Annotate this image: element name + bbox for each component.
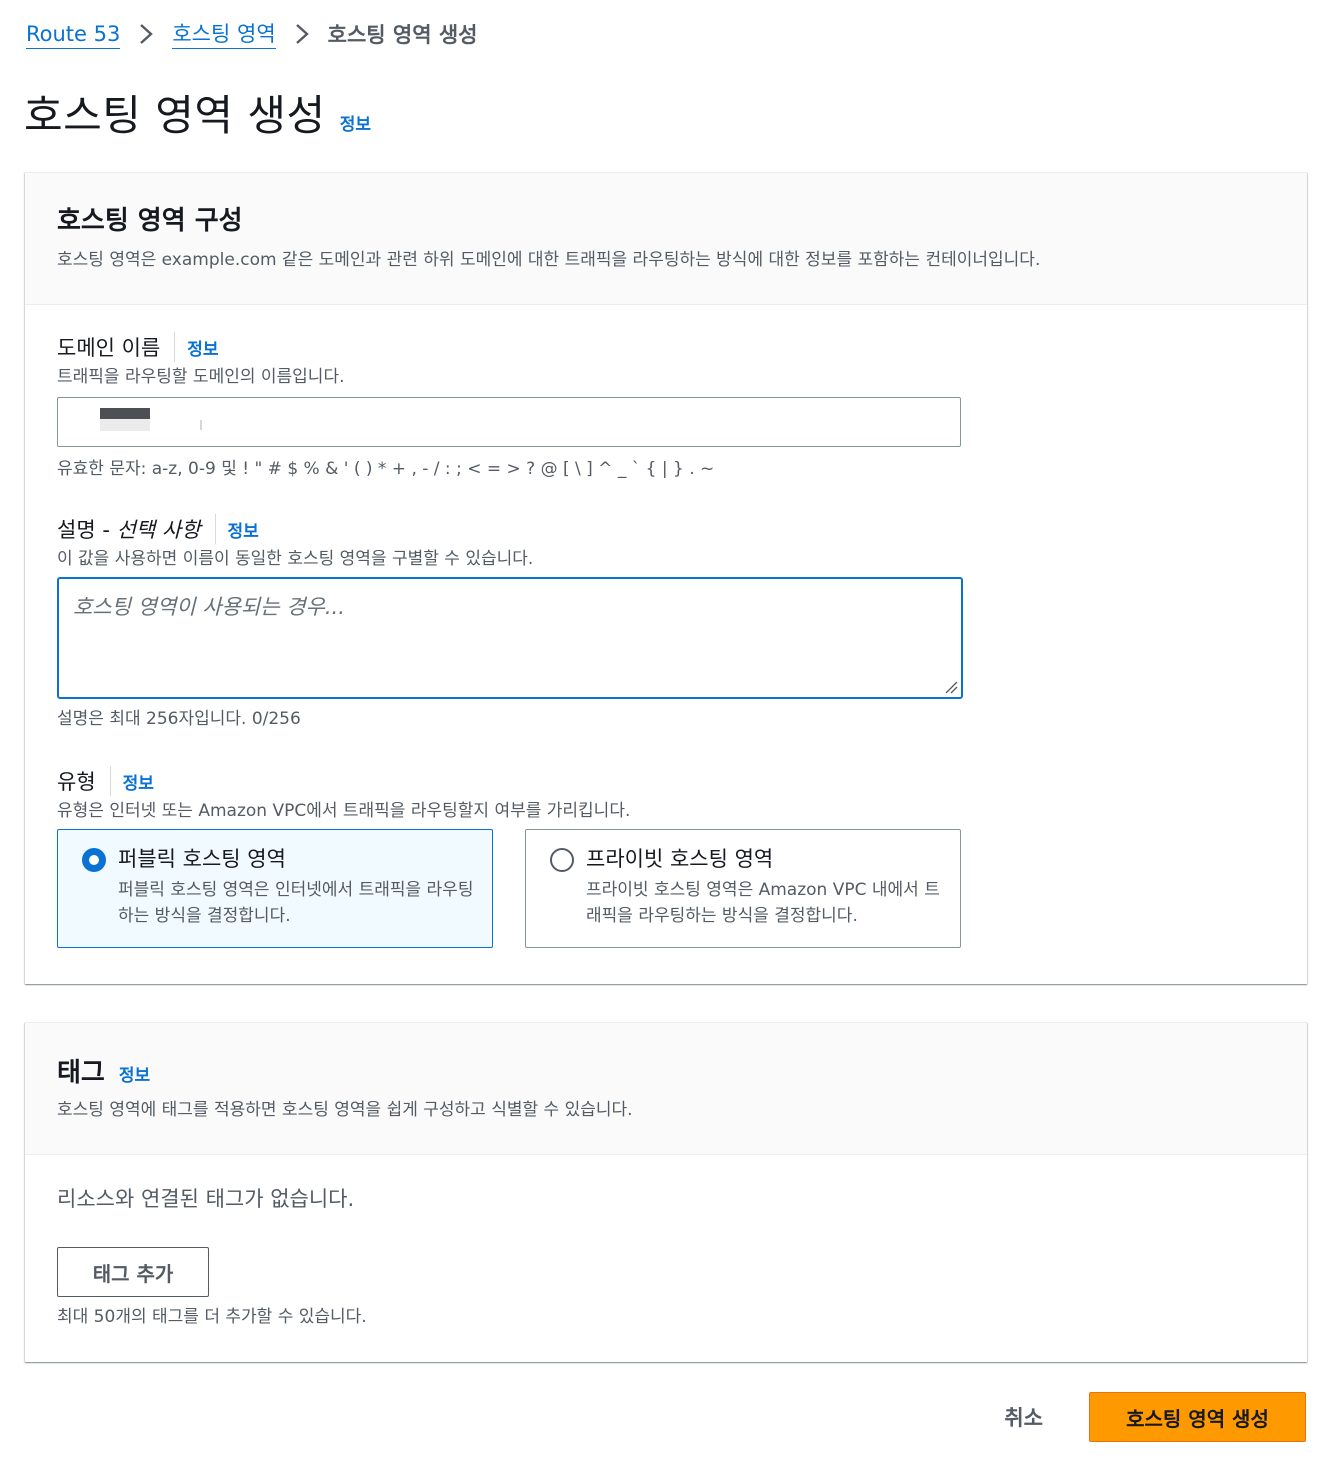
description-constraint: 설명은 최대 256자입니다. 0/256: [57, 709, 301, 729]
config-panel-header: 호스팅 영역 구성 호스팅 영역은 example.com 같은 도메인과 관련…: [25, 173, 1307, 305]
domain-name-constraint: 유효한 문자: a-z, 0-9 및 ! " # $ % & ' ( ) * +…: [57, 459, 715, 479]
tags-panel-description: 호스팅 영역에 태그를 적용하면 호스팅 영역을 쉽게 구성하고 식별할 수 있…: [57, 1100, 633, 1120]
form-actions: 취소 호스팅 영역 생성: [1004, 1392, 1306, 1442]
page-info-link[interactable]: 정보: [340, 110, 371, 135]
config-panel-title: 호스팅 영역 구성: [57, 206, 243, 236]
chevron-right-icon: [120, 23, 172, 45]
domain-name-description: 트래픽을 라우팅할 도메인의 이름입니다.: [57, 367, 345, 387]
breadcrumb: Route 53 호스팅 영역 호스팅 영역 생성: [26, 18, 478, 50]
private-zone-title: 프라이빗 호스팅 영역: [586, 847, 774, 871]
domain-name-info-link[interactable]: 정보: [187, 335, 218, 360]
public-zone-title: 퍼블릭 호스팅 영역: [118, 847, 286, 871]
description-textarea[interactable]: 호스팅 영역이 사용되는 경우...: [57, 577, 963, 699]
domain-name-input[interactable]: [57, 397, 961, 447]
label-divider: [109, 766, 111, 796]
cancel-button[interactable]: 취소: [1004, 1402, 1043, 1432]
tags-limit-hint: 최대 50개의 태그를 더 추가할 수 있습니다.: [57, 1307, 367, 1327]
redacted-value-shadow: [100, 419, 150, 431]
type-field: 유형 정보 유형은 인터넷 또는 Amazon VPC에서 트래픽을 라우팅할지…: [57, 765, 961, 948]
add-tag-button[interactable]: 태그 추가: [57, 1247, 209, 1297]
description-info-link[interactable]: 정보: [228, 517, 259, 542]
domain-name-field: 도메인 이름 정보 트래픽을 라우팅할 도메인의 이름입니다. 유효한 문자: …: [57, 331, 961, 481]
label-divider: [174, 332, 176, 362]
resize-grip-icon[interactable]: [944, 680, 958, 694]
config-panel-description: 호스팅 영역은 example.com 같은 도메인과 관련 하위 도메인에 대…: [57, 250, 1041, 270]
page-title: 호스팅 영역 생성: [24, 91, 326, 140]
breadcrumb-current: 호스팅 영역 생성: [327, 23, 478, 47]
type-tiles: 퍼블릭 호스팅 영역 퍼블릭 호스팅 영역은 인터넷에서 트래픽을 라우팅하는 …: [57, 829, 961, 948]
radio-selected-icon[interactable]: [82, 848, 106, 872]
label-divider: [214, 514, 216, 544]
type-description: 유형은 인터넷 또는 Amazon VPC에서 트래픽을 라우팅할지 여부를 가…: [57, 801, 631, 821]
tags-info-link[interactable]: 정보: [119, 1061, 150, 1086]
radio-unselected-icon[interactable]: [550, 848, 574, 872]
breadcrumb-route53-link[interactable]: Route 53: [26, 20, 121, 49]
redacted-value: [100, 408, 150, 419]
page-header: 호스팅 영역 생성 정보: [24, 82, 371, 142]
description-placeholder: 호스팅 영역이 사용되는 경우...: [73, 595, 345, 619]
description-field: 설명 - 선택 사항 정보 이 값을 사용하면 이름이 동일한 호스팅 영역을 …: [57, 513, 963, 731]
public-zone-description: 퍼블릭 호스팅 영역은 인터넷에서 트래픽을 라우팅하는 방식을 결정합니다.: [118, 880, 474, 926]
type-info-link[interactable]: 정보: [123, 769, 154, 794]
private-zone-tile[interactable]: 프라이빗 호스팅 영역 프라이빗 호스팅 영역은 Amazon VPC 내에서 …: [525, 829, 961, 948]
create-hosted-zone-button[interactable]: 호스팅 영역 생성: [1089, 1392, 1306, 1442]
tags-panel-title: 태그: [57, 1058, 105, 1088]
description-label: 설명 - 선택 사항: [57, 518, 201, 542]
text-cursor: [200, 420, 202, 430]
private-zone-description: 프라이빗 호스팅 영역은 Amazon VPC 내에서 트래픽을 라우팅하는 방…: [586, 880, 940, 926]
tags-panel: 태그 정보 호스팅 영역에 태그를 적용하면 호스팅 영역을 쉽게 구성하고 식…: [25, 1022, 1307, 1362]
tags-panel-header: 태그 정보 호스팅 영역에 태그를 적용하면 호스팅 영역을 쉽게 구성하고 식…: [25, 1023, 1307, 1155]
tags-empty-message: 리소스와 연결된 태그가 없습니다.: [57, 1187, 355, 1211]
chevron-right-icon: [276, 23, 328, 45]
domain-name-label: 도메인 이름: [57, 336, 161, 360]
public-zone-tile[interactable]: 퍼블릭 호스팅 영역 퍼블릭 호스팅 영역은 인터넷에서 트래픽을 라우팅하는 …: [57, 829, 493, 948]
breadcrumb-hosted-zones-link[interactable]: 호스팅 영역: [172, 20, 276, 49]
description-hint: 이 값을 사용하면 이름이 동일한 호스팅 영역을 구별할 수 있습니다.: [57, 549, 534, 569]
hosted-zone-config-panel: 호스팅 영역 구성 호스팅 영역은 example.com 같은 도메인과 관련…: [25, 172, 1307, 984]
type-label: 유형: [57, 770, 96, 794]
